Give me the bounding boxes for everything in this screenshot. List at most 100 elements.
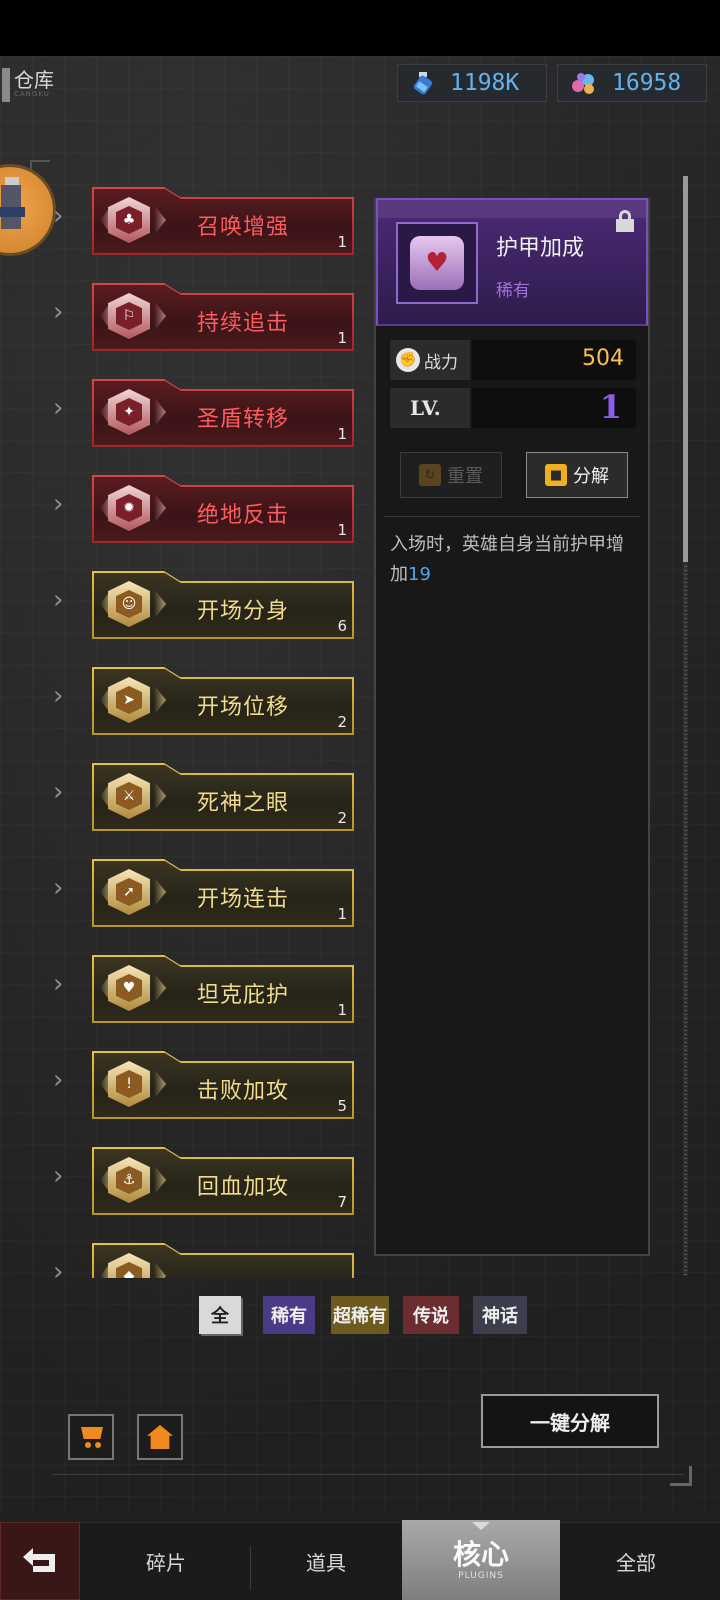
plugin-list-item[interactable]: › ➚ 开场连击 1 <box>0 849 370 931</box>
detail-rarity: 稀有 <box>496 281 530 301</box>
chevron-right-icon: › <box>53 969 64 999</box>
plugin-card[interactable]: ✹ 绝地反击 1 <box>92 475 354 543</box>
plugin-name: 坦克庇护 <box>197 983 290 1008</box>
title-accent-bar <box>2 68 10 102</box>
home-button[interactable] <box>137 1414 183 1460</box>
badge-core: ✹ <box>116 494 142 522</box>
detail-description: 入场时，英雄自身当前护甲增加19 <box>390 530 640 590</box>
plugin-list-item[interactable]: › ☺ 开场分身 6 <box>0 561 370 643</box>
plugin-card[interactable]: ➤ 开场位移 2 <box>92 667 354 735</box>
plugin-count: 1 <box>337 905 347 923</box>
plugin-list-item[interactable]: ›! 击败加攻 5 <box>0 1041 370 1123</box>
plugin-name: 开场位移 <box>197 695 290 720</box>
plugin-name: 开场连击 <box>197 887 290 912</box>
filter-rare[interactable]: 稀有 <box>263 1296 315 1334</box>
plugin-card[interactable]: ♣ 召唤增强 1 <box>92 187 354 255</box>
tab-items[interactable]: 道具 <box>251 1522 401 1600</box>
decompose-button[interactable]: ■ 分解 <box>526 452 628 498</box>
power-label: 战力 <box>424 352 458 373</box>
plugin-card[interactable]: ✦ 圣盾转移 1 <box>92 379 354 447</box>
level-label-cell: LV. <box>390 388 470 428</box>
filter-legendary[interactable]: 传说 <box>403 1296 459 1334</box>
plugin-list-item[interactable]: › ◆ <box>0 1233 370 1278</box>
currency-gems[interactable]: 16958 <box>557 64 707 102</box>
plugin-count: 1 <box>337 1001 347 1019</box>
tab-core-label: 核心 <box>452 1538 509 1571</box>
chevron-right-icon: › <box>53 297 64 327</box>
plugin-list-item[interactable]: › ⚓ 回血加攻 7 <box>0 1137 370 1219</box>
unlock-icon[interactable] <box>616 210 634 232</box>
plugin-count: 6 <box>337 617 347 635</box>
plugin-list-item[interactable]: › ♥ 坦克庇护 1 <box>0 945 370 1027</box>
tab-core[interactable]: 核心 PLUGINS <box>402 1520 560 1600</box>
reset-icon: ↻ <box>419 464 441 486</box>
plugin-list-item[interactable]: › ✦ 圣盾转移 1 <box>0 369 370 451</box>
plugin-count: 1 <box>337 521 347 539</box>
bottom-divider <box>52 1474 684 1475</box>
plugin-card[interactable]: ! 击败加攻 5 <box>92 1051 354 1119</box>
filter-super-rare[interactable]: 超稀有 <box>331 1296 389 1334</box>
currency-potion-value: 1198K <box>450 70 520 96</box>
detail-divider <box>384 516 640 517</box>
power-value-cell: 504 <box>472 340 636 380</box>
plugin-card[interactable]: ☺ 开场分身 6 <box>92 571 354 639</box>
plugin-name: 回血加攻 <box>197 1175 290 1200</box>
badge-core: ! <box>116 1070 142 1098</box>
filter-mythic[interactable]: 神话 <box>473 1296 527 1334</box>
shop-button[interactable] <box>68 1414 114 1460</box>
home-icon <box>147 1425 173 1449</box>
plugin-card[interactable]: ◆ <box>92 1243 354 1278</box>
plugin-list-item[interactable]: › ♣ 召唤增强 1 <box>0 180 370 259</box>
chevron-right-icon: › <box>53 1161 64 1191</box>
plugin-name: 击败加攻 <box>197 1079 290 1104</box>
badge-core: ⚓ <box>116 1166 142 1194</box>
frame-corner <box>30 160 50 170</box>
reset-button[interactable]: ↻ 重置 <box>400 452 502 498</box>
plugin-list-item[interactable]: › ➤ 开场位移 2 <box>0 657 370 739</box>
filter-all[interactable]: 全 <box>199 1296 241 1334</box>
plugin-count: 5 <box>337 1097 347 1115</box>
level-row: LV. 1 <box>390 388 636 428</box>
power-row: ✊ 战力 504 <box>390 340 636 380</box>
plugin-list-item[interactable]: › ✹ 绝地反击 1 <box>0 465 370 547</box>
cart-icon <box>77 1425 105 1449</box>
plugin-name: 绝地反击 <box>197 503 290 528</box>
badge-core: ⚐ <box>116 302 142 330</box>
gem-pile-icon <box>572 73 594 94</box>
badge-core: ♥ <box>116 974 142 1002</box>
plugin-card[interactable]: ➚ 开场连击 1 <box>92 859 354 927</box>
plugin-card[interactable]: ♥ 坦克庇护 1 <box>92 955 354 1023</box>
tab-all[interactable]: 全部 <box>561 1522 711 1600</box>
return-arrow-icon <box>23 1548 57 1574</box>
arrow-line <box>33 1566 55 1572</box>
tab-fragments[interactable]: 碎片 <box>82 1522 250 1600</box>
scrollbar-thumb[interactable] <box>683 176 688 562</box>
decompose-label: 分解 <box>573 466 609 487</box>
chevron-right-icon: › <box>53 585 64 615</box>
back-button[interactable] <box>0 1522 80 1600</box>
title-subtitle: CANGKU <box>14 90 50 98</box>
plugin-count: 7 <box>337 1193 347 1211</box>
currency-gems-value: 16958 <box>612 70 682 96</box>
plugin-card[interactable]: ⚔ 死神之眼 2 <box>92 763 354 831</box>
cart-basket <box>81 1427 103 1439</box>
plugin-count: 1 <box>337 425 347 443</box>
currency-potion[interactable]: 1198K <box>397 64 547 102</box>
one-key-decompose-button[interactable]: 一键分解 <box>481 1394 659 1448</box>
cart-wheel <box>85 1442 91 1448</box>
badge-core: ◆ <box>116 1262 142 1278</box>
plugin-count: 2 <box>337 713 347 731</box>
plugin-name: 持续追击 <box>197 311 290 336</box>
title-text: 仓库 <box>14 68 54 92</box>
plugin-list-item[interactable]: › ⚔ 死神之眼 2 <box>0 753 370 835</box>
power-label-cell: ✊ 战力 <box>390 340 470 380</box>
plugin-list[interactable]: › ♣ 召唤增强 1 › ⚐ 持续追击 1 › ✦ 圣盾转移 1 › ✹ 绝地反击 1 › ☺ 开场分身 6 › ➤ 开场位… <box>0 180 370 1278</box>
chevron-right-icon: › <box>53 393 64 423</box>
plugin-card[interactable]: ⚐ 持续追击 1 <box>92 283 354 351</box>
lock-body <box>616 219 634 232</box>
plugin-name: 召唤增强 <box>197 215 290 240</box>
plugin-card[interactable]: ⚓ 回血加攻 7 <box>92 1147 354 1215</box>
plugin-name: 死神之眼 <box>197 791 290 816</box>
tab-core-sublabel: PLUGINS <box>458 1571 504 1581</box>
plugin-list-item[interactable]: › ⚐ 持续追击 1 <box>0 273 370 355</box>
